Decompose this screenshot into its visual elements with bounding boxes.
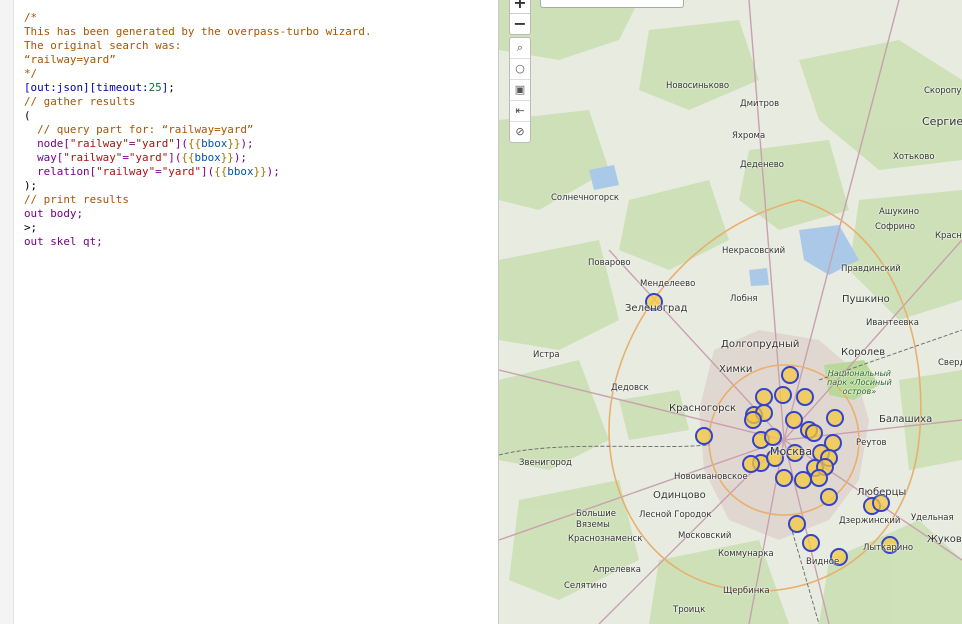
- place-skoropu: Скоропу: [924, 86, 962, 96]
- place-reutov: Реутов: [856, 438, 887, 448]
- yard-marker[interactable]: [781, 366, 799, 384]
- map-search-box[interactable]: [540, 0, 684, 8]
- place-dedovsk: Дедовск: [611, 383, 649, 393]
- place-nekrasovsky: Некрасовский: [722, 246, 786, 256]
- code-line-14: // print results: [24, 193, 129, 206]
- place-odintsovo: Одинцово: [653, 490, 706, 501]
- place-balashikha: Балашиха: [879, 414, 933, 425]
- place-lytkarino: Лыткарино: [863, 543, 914, 553]
- place-istra: Истра: [533, 350, 560, 360]
- code-text[interactable]: /* This has been generated by the overpas…: [24, 11, 372, 249]
- place-vidnoe: Видное: [806, 557, 840, 567]
- place-krasno: Красно: [935, 231, 962, 241]
- place-dolgoprudny: Долгопрудный: [721, 339, 800, 350]
- code-line-15: out body;: [24, 207, 84, 220]
- code-line-7: // gather results: [24, 95, 136, 108]
- layers-icon[interactable]: ▣: [510, 80, 530, 101]
- place-park-losiny-ostrov: Национальный парк «Лосиный остров»: [827, 369, 892, 396]
- place-mendeleevo: Менделеево: [640, 279, 696, 289]
- yard-marker[interactable]: [742, 455, 760, 473]
- yard-marker[interactable]: [788, 515, 806, 533]
- place-bolshie-vyazemy: Большие Вяземы: [576, 509, 617, 530]
- place-zhukovo: Жуково: [927, 534, 962, 545]
- code-line-13: );: [24, 179, 38, 192]
- yard-marker[interactable]: [744, 411, 762, 429]
- place-troitsk: Троицк: [673, 605, 706, 615]
- place-lesnoy-gorodok: Лесной Городок: [639, 510, 712, 520]
- place-dedenevo: Деденево: [740, 160, 784, 170]
- code-line-16: >;: [24, 221, 38, 234]
- place-moskva: Москва: [770, 445, 813, 458]
- place-pushkino: Пушкино: [842, 294, 890, 305]
- code-line-2: This has been generated by the overpass-…: [24, 25, 372, 38]
- yard-marker[interactable]: [796, 388, 814, 406]
- clear-icon[interactable]: ⊘: [510, 122, 530, 142]
- yard-marker[interactable]: [810, 469, 828, 487]
- code-line-17: out skel qt;: [24, 235, 103, 248]
- yard-marker[interactable]: [755, 388, 773, 406]
- place-khotkovo: Хотьково: [893, 152, 935, 162]
- place-dmitrov: Дмитров: [740, 99, 780, 109]
- yard-marker[interactable]: [794, 471, 812, 489]
- place-novoivanovskoe: Новоивановское: [674, 472, 748, 482]
- place-lyubertsy: Люберцы: [857, 487, 907, 498]
- place-lobnya: Лобня: [730, 294, 758, 304]
- yard-marker[interactable]: [764, 428, 782, 446]
- code-line-6: [out:json][timeout:25];: [24, 81, 175, 94]
- yard-marker[interactable]: [820, 488, 838, 506]
- code-line-11: way["railway"="yard"]({{bbox}});: [24, 151, 247, 164]
- editor-gutter: [0, 0, 14, 624]
- place-kommunarka: Коммунарка: [718, 549, 774, 559]
- place-korolev: Королев: [841, 347, 886, 358]
- place-sofrino: Софрино: [875, 222, 916, 232]
- place-yakhroma: Яхрома: [732, 131, 766, 141]
- yard-marker[interactable]: [775, 469, 793, 487]
- place-udelnaya: Удельная: [911, 513, 954, 523]
- yard-marker[interactable]: [785, 411, 803, 429]
- query-editor[interactable]: /* This has been generated by the overpas…: [0, 0, 498, 624]
- yard-marker[interactable]: [695, 427, 713, 445]
- code-line-9: // query part for: “railway=yard”: [24, 123, 254, 136]
- place-zelenograd: Зеленоград: [625, 303, 688, 314]
- code-line-10: node["railway"="yard"]({{bbox}});: [24, 137, 254, 150]
- code-line-3: The original search was:: [24, 39, 182, 52]
- map-tools: ⌕ ○ ▣ ⇤ ⊘: [509, 37, 531, 143]
- place-dzerzhinsky: Дзержинский: [839, 516, 901, 526]
- zoom-in-button[interactable]: +: [510, 0, 530, 14]
- fullscreen-icon[interactable]: ⇤: [510, 101, 530, 122]
- zoom-out-button[interactable]: −: [510, 14, 530, 34]
- place-sverd: Свердл: [938, 358, 962, 368]
- map-view[interactable]: + − ⌕ ○ ▣ ⇤ ⊘ Новосиньково Дмитров Скоро…: [499, 0, 962, 624]
- place-shcherbinka: Щербинка: [723, 586, 770, 596]
- place-aprelevka: Апрелевка: [593, 565, 642, 575]
- place-ashukino: Ашукино: [879, 207, 920, 217]
- place-moskovsky: Московский: [678, 531, 732, 541]
- code-line-5: */: [24, 67, 38, 80]
- place-krasnogorsk: Красногорск: [669, 403, 736, 414]
- code-line-1: /*: [24, 11, 38, 24]
- locate-icon[interactable]: ○: [510, 59, 530, 80]
- place-pravdinsky: Правдинский: [841, 264, 901, 274]
- yard-marker[interactable]: [826, 409, 844, 427]
- place-krasnoznamensk: Краснознаменск: [568, 534, 643, 544]
- place-selyatino: Селятино: [564, 581, 607, 591]
- yard-marker[interactable]: [774, 386, 792, 404]
- zoom-control: + −: [509, 0, 531, 35]
- place-ivanteevka: Ивантеевка: [866, 318, 919, 328]
- place-povarovo: Поварово: [588, 258, 631, 268]
- place-zvenigorod: Звенигород: [519, 458, 572, 468]
- place-khimki: Химки: [719, 364, 753, 375]
- place-novosinkovo: Новосиньково: [666, 81, 730, 91]
- code-line-4: “railway=yard”: [24, 53, 116, 66]
- place-solnechnogorsk: Солнечногорск: [551, 193, 620, 203]
- code-line-12: relation["railway"="yard"]({{bbox}});: [24, 165, 280, 178]
- place-sergiev: Сергие: [922, 115, 962, 128]
- code-line-8: (: [24, 109, 31, 122]
- yard-marker[interactable]: [802, 534, 820, 552]
- zoom-to-data-icon[interactable]: ⌕: [510, 38, 530, 59]
- yard-marker[interactable]: [805, 424, 823, 442]
